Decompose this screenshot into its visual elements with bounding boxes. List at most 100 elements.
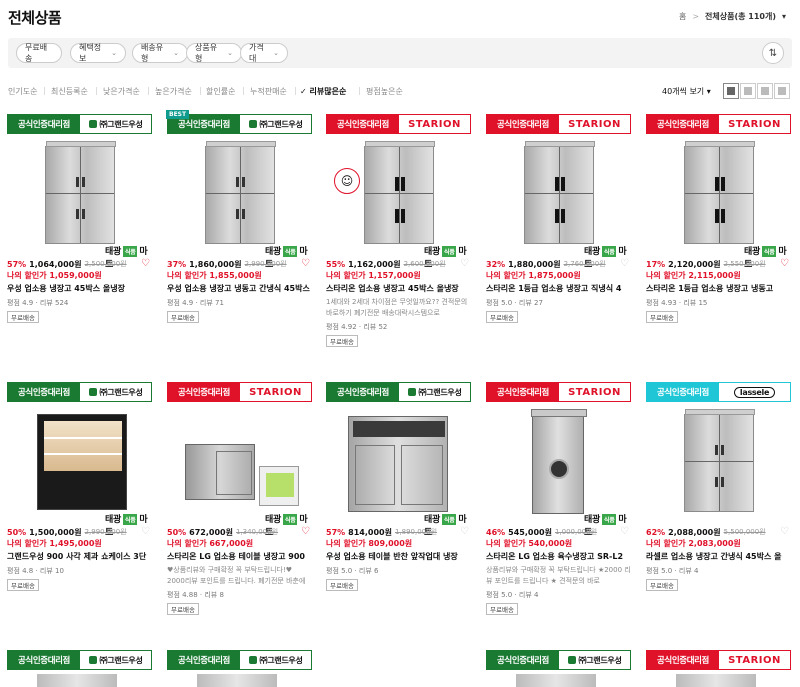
product-card[interactable] bbox=[326, 650, 471, 687]
product-name[interactable]: 우성 업소용 냉장고 냉동고 간냉식 45박스 bbox=[167, 283, 312, 294]
dealer-badge-label: 공식인증대리점 bbox=[8, 115, 80, 133]
product-card[interactable]: 공식인증대리점 ㈜그랜드우성 태광 식품 마트 50% 1,500,000원 2,990,00… bbox=[7, 382, 152, 642]
product-card[interactable]: 공식인증대리점 ㈜그랜드우성 태광 식품 마트 57% 1,064,000원 2,500,00… bbox=[7, 114, 152, 374]
product-image-area[interactable]: 태광 식품 마트 bbox=[7, 136, 152, 371]
sort-rating[interactable]: 평점높은순 bbox=[366, 86, 403, 97]
product-card[interactable]: 공식인증대리점 STARION 태광 식품 마트 50% 672,000원 1,340,000… bbox=[167, 382, 312, 642]
per-page-select[interactable]: 40개씩 보기 ▾ bbox=[662, 86, 711, 97]
dealer-badge-brand: STARION bbox=[719, 651, 790, 669]
dealer-badge-label: 공식인증대리점 bbox=[647, 115, 719, 133]
product-name[interactable]: 스타리온 LG 업소용 육수냉장고 SR-L2 bbox=[486, 551, 631, 562]
discount-rate: 37% bbox=[167, 259, 187, 269]
product-card[interactable]: 공식인증대리점 STARION 태광 식품 마트 17% 2,120,000원 2,550,0… bbox=[646, 114, 791, 374]
dealer-badge-brand: ㈜그랜드우성 bbox=[80, 115, 151, 133]
product-image-partial[interactable] bbox=[37, 674, 117, 687]
sort-low-price[interactable]: 낮은가격순 bbox=[103, 86, 140, 97]
sort-sales[interactable]: 누적판매순 bbox=[250, 86, 287, 97]
product-name[interactable]: 스타리온 1등급 업소용 냉장고 직냉식 4 bbox=[486, 283, 631, 294]
sort-popularity[interactable]: 인기도순 bbox=[8, 86, 37, 97]
dealer-badge-brand: ㈜그랜드우성 bbox=[240, 115, 311, 133]
breadcrumb-current[interactable]: 전체상품(총 110개) bbox=[705, 11, 776, 22]
chevron-down-icon[interactable]: ▾ bbox=[782, 12, 786, 21]
price-row: 50% 672,000원 1,340,000원 bbox=[167, 526, 312, 538]
brand-logo-icon bbox=[88, 388, 97, 396]
view-grid-2-button[interactable] bbox=[774, 83, 790, 99]
filter-free-shipping[interactable]: 무료배송 bbox=[16, 43, 62, 63]
sort-reviews-active[interactable]: ✓ 리뷰많은순 bbox=[300, 86, 346, 97]
original-price: 1,340,000원 bbox=[235, 528, 279, 536]
display-shelf bbox=[44, 437, 122, 439]
product-image-area[interactable]: 태광 식품 마트 bbox=[167, 136, 312, 371]
product-name[interactable]: 스타리온 LG 업소용 테이블 냉장고 900 bbox=[167, 551, 312, 562]
product-card[interactable]: 공식인증대리점 ㈜그랜드우성 bbox=[7, 650, 152, 687]
sort-newest[interactable]: 최신등록순 bbox=[51, 86, 88, 97]
product-name[interactable]: 우성 업소용 냉장고 45박스 올냉장 bbox=[7, 283, 152, 294]
product-image-partial[interactable] bbox=[197, 674, 277, 687]
product-name[interactable]: 우성 업소용 테이블 반찬 앞작업대 냉장 bbox=[326, 551, 471, 562]
product-card[interactable]: 공식인증대리점 ㈜그랜드우성 태광 식품 마트 57% 814,000원 1,890,000원… bbox=[326, 382, 471, 642]
free-shipping-tag: 무료배송 bbox=[646, 311, 678, 323]
product-card[interactable]: 공식인증대리점 STARION bbox=[646, 650, 791, 687]
heart-icon[interactable]: ♡ bbox=[460, 526, 469, 537]
product-image-partial[interactable] bbox=[676, 674, 756, 687]
filter-delivery-type[interactable]: 배송유형 ⌄ bbox=[132, 43, 188, 63]
product-image bbox=[531, 409, 587, 514]
heart-icon[interactable]: ♡ bbox=[141, 258, 150, 269]
dealer-badge-label: 공식인증대리점 bbox=[487, 651, 559, 669]
dealer-badge-label: 공식인증대리점 bbox=[487, 115, 559, 133]
product-image-partial[interactable] bbox=[516, 674, 596, 687]
product-card[interactable]: 공식인증대리점 STARION 태광 식품 마트 46% 545,000원 1,000,000… bbox=[486, 382, 631, 642]
product-card[interactable]: 공식인증대리점 ㈜그랜드우성 bbox=[167, 650, 312, 687]
heart-icon[interactable]: ♡ bbox=[460, 258, 469, 269]
brand-logo-icon bbox=[407, 388, 416, 396]
view-grid-4-button[interactable] bbox=[740, 83, 756, 99]
filter-settings-button[interactable]: ⇅ bbox=[762, 42, 784, 64]
dealer-badge: 공식인증대리점 ㈜그랜드우성 bbox=[167, 650, 312, 670]
view-grid-3-button[interactable] bbox=[757, 83, 773, 99]
product-image-area[interactable] bbox=[646, 404, 791, 639]
original-price: 2,990,000원 bbox=[84, 528, 127, 536]
dealer-badge-brand: STARION bbox=[399, 115, 470, 133]
heart-icon[interactable]: ♡ bbox=[141, 526, 150, 537]
product-card[interactable]: 공식인증대리점 lassele 62% 2,088,000원 5,500,000원 ♡ 나의… bbox=[646, 382, 791, 642]
heart-icon[interactable]: ♡ bbox=[780, 526, 789, 537]
filter-benefits[interactable]: 혜택정보 ⌄ bbox=[70, 43, 126, 63]
product-image-area[interactable]: 태광 식품 마트 bbox=[7, 404, 152, 639]
sort-discount[interactable]: 할인률순 bbox=[206, 86, 235, 97]
product-description: 1세대와 2세대 차이점은 무엇일까요?? 견적문의 바로하기 폐기전문 배송대… bbox=[326, 298, 468, 317]
product-image-area[interactable]: 태광 식품 마트 bbox=[486, 136, 631, 371]
brand-name: ㈜그랜드우성 bbox=[418, 387, 462, 397]
heart-icon[interactable]: ♡ bbox=[301, 258, 310, 269]
product-card[interactable]: 공식인증대리점 ㈜그랜드우성 bbox=[486, 650, 631, 687]
dealer-badge: 공식인증대리점 ㈜그랜드우성 bbox=[7, 650, 152, 670]
product-name[interactable]: 스타리온 1등급 업소용 냉장고 냉동고 bbox=[646, 283, 791, 294]
filter-label: 혜택정보 bbox=[79, 43, 102, 63]
product-name[interactable]: 라셀르 업소용 냉장고 간냉식 45박스 올 bbox=[646, 551, 791, 562]
free-shipping-tag: 무료배송 bbox=[167, 603, 199, 615]
view-list-button[interactable] bbox=[723, 83, 739, 99]
check-icon: ✓ bbox=[300, 87, 307, 96]
heart-icon[interactable]: ♡ bbox=[620, 258, 629, 269]
heart-icon[interactable]: ♡ bbox=[301, 526, 310, 537]
product-image bbox=[185, 444, 255, 500]
heart-icon[interactable]: ♡ bbox=[620, 526, 629, 537]
product-card[interactable]: 공식인증대리점 STARION 태광 식품 마트 32% 1,880,000원 2,760,0… bbox=[486, 114, 631, 374]
product-card[interactable]: 공식인증대리점 ㈜그랜드우성 BEST 태광 식품 마트 37% 1,860,000원 2,99… bbox=[166, 110, 312, 374]
product-card[interactable]: 공식인증대리점 STARION ☺ 태광 식품 마트 55% 1,162,000원 2,600,… bbox=[326, 114, 471, 374]
sort-high-price[interactable]: 높은가격순 bbox=[155, 86, 192, 97]
grid-view-icon bbox=[744, 87, 752, 95]
price-row: 57% 814,000원 1,890,000원 bbox=[326, 526, 471, 538]
rating-review-count: 평점 5.0 · 리뷰 4 bbox=[646, 567, 699, 575]
product-image bbox=[364, 141, 435, 244]
filter-price-range[interactable]: 가격대 ⌄ bbox=[240, 43, 288, 63]
free-shipping-tag: 무료배송 bbox=[646, 579, 678, 591]
filter-product-type[interactable]: 상품유형 ⌄ bbox=[186, 43, 242, 63]
free-shipping-tag: 무료배송 bbox=[326, 579, 358, 591]
product-image-area[interactable]: 태광 식품 마트 bbox=[646, 136, 791, 371]
heart-icon[interactable]: ♡ bbox=[780, 258, 789, 269]
product-name[interactable]: 스타리온 업소용 냉장고 45박스 올냉장 bbox=[326, 283, 471, 294]
product-name[interactable]: 그랜드우성 900 사각 제과 쇼케이스 3단 bbox=[7, 551, 152, 562]
shop-logo-text: 태광 bbox=[744, 247, 760, 257]
product-image-area[interactable]: 태광 식품 마트 bbox=[326, 404, 471, 639]
breadcrumb-home-link[interactable]: 홈 bbox=[679, 11, 686, 22]
